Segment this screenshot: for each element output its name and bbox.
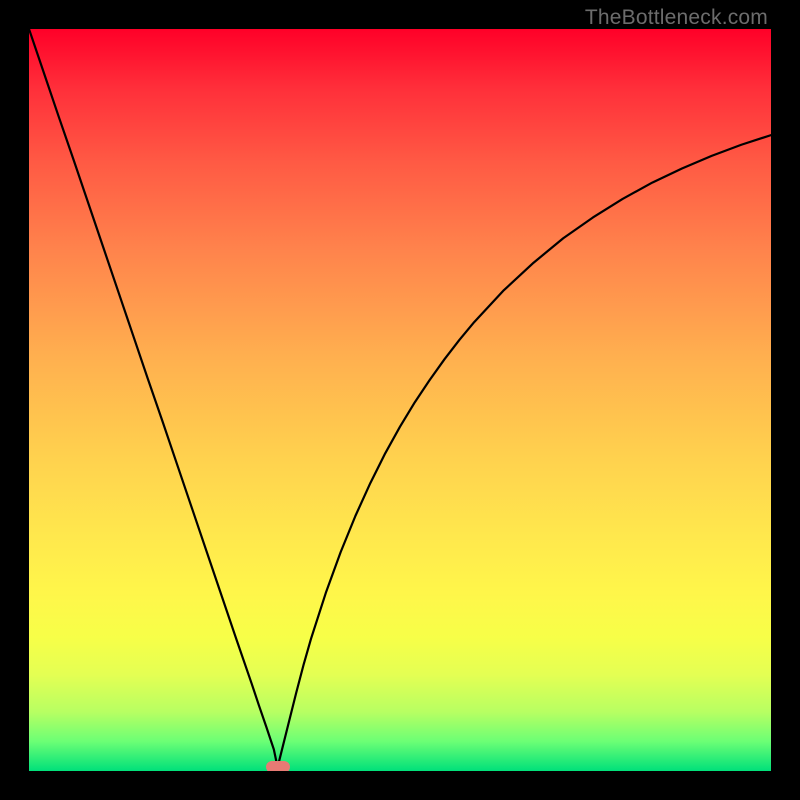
optimal-point-marker bbox=[266, 761, 290, 771]
watermark-label: TheBottleneck.com bbox=[585, 6, 768, 30]
chart-frame: TheBottleneck.com bbox=[0, 0, 800, 800]
plot-area bbox=[29, 29, 771, 771]
bottleneck-curve bbox=[29, 29, 771, 771]
